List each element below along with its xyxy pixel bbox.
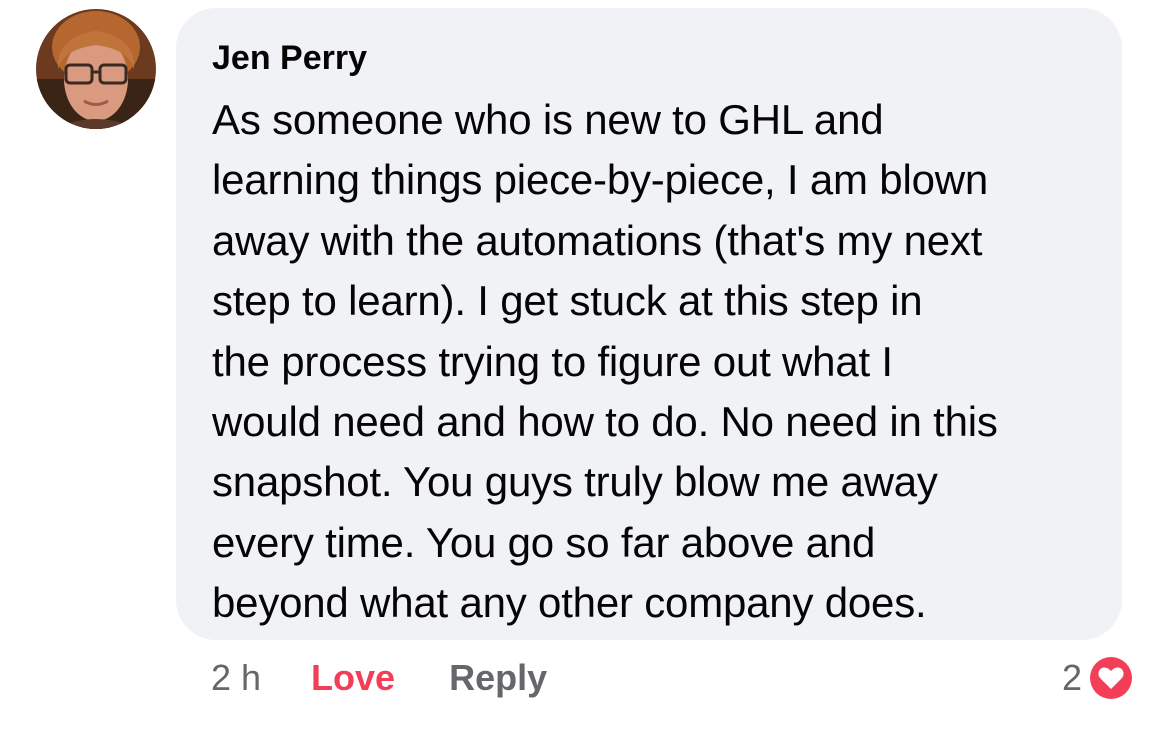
heart-icon	[1087, 654, 1135, 702]
reaction-summary[interactable]: 2	[1062, 650, 1136, 706]
reaction-count: 2	[1061, 657, 1082, 698]
comment-author[interactable]: Jen Perry	[212, 38, 1092, 78]
love-button[interactable]: Love	[311, 657, 395, 699]
reply-button[interactable]: Reply	[449, 657, 547, 699]
comment-text: As someone who is new to GHL and learnin…	[212, 96, 998, 627]
comment-actions: 2 h Love Reply	[211, 652, 547, 704]
comment-timestamp[interactable]: 2 h	[211, 657, 261, 699]
avatar[interactable]	[36, 9, 156, 129]
comment-bubble: Jen Perry As someone who is new to GHL a…	[176, 8, 1122, 640]
